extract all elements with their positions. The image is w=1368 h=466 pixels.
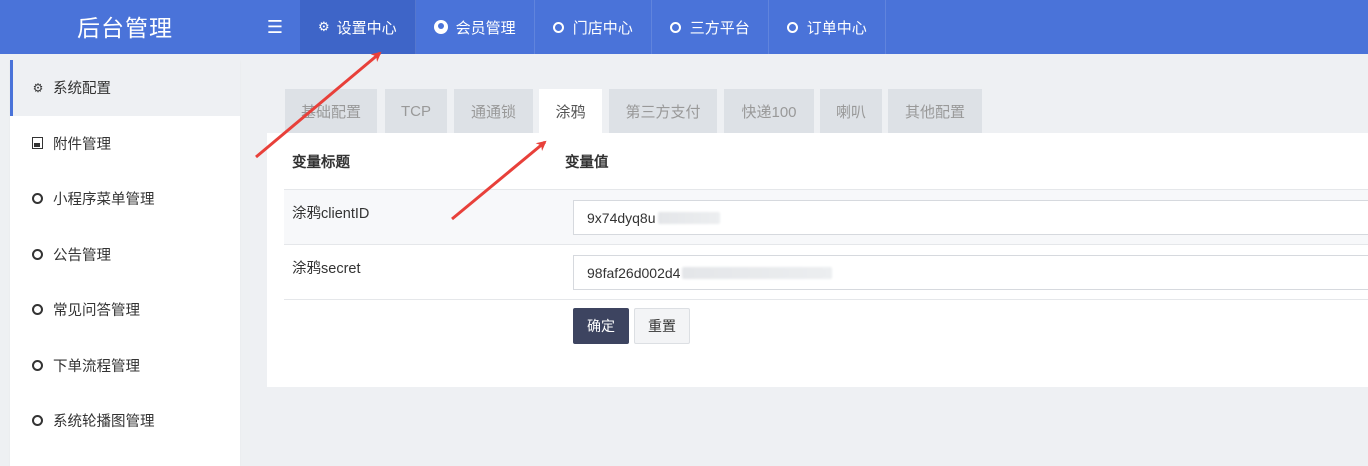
gears-icon: ⚙: [318, 19, 330, 34]
sidebar-item-miniprogram-menu[interactable]: 小程序菜单管理: [10, 171, 240, 227]
tuya-secret-field[interactable]: 98faf26d002d4: [573, 255, 1368, 290]
topnav-item-label: 设置中心: [336, 19, 397, 37]
table-header: 变量标题 变量值: [284, 133, 1368, 190]
table-row: 涂鸦clientID 9x74dyq8u: [284, 190, 1368, 245]
circle-icon: [32, 359, 43, 371]
field-value: 9x74dyq8u: [587, 209, 656, 226]
table-row: 涂鸦secret 98faf26d002d4: [284, 245, 1368, 300]
sidebar-item-order-flow[interactable]: 下单流程管理: [10, 338, 240, 394]
sidebar-item-label: 常见问答管理: [53, 303, 140, 320]
brand-title: 后台管理: [77, 15, 173, 41]
topnav-item-members[interactable]: 会员管理: [416, 0, 535, 54]
tab-other-config[interactable]: 其他配置: [888, 89, 982, 133]
topnav-item-settings[interactable]: ⚙ 设置中心: [300, 0, 416, 54]
circle-icon: [552, 21, 564, 33]
header-variable-value: 变量值: [565, 154, 609, 171]
topnav-item-label: 门店中心: [572, 19, 633, 37]
topnav-item-label: 会员管理: [455, 19, 516, 37]
header-variable-title: 变量标题: [292, 154, 350, 171]
sidebar-item-attachments[interactable]: 附件管理: [10, 116, 240, 172]
user-circle-icon: [433, 20, 448, 34]
top-navbar: 后台管理 ☰ ⚙ 设置中心 会员管理 门店中心 三方平台 订单中心: [0, 0, 1368, 54]
topnav-item-label: 三方平台: [689, 19, 750, 37]
circle-icon: [32, 304, 43, 316]
tab-speaker[interactable]: 喇叭: [820, 89, 882, 133]
tab-basic-config[interactable]: 基础配置: [285, 89, 377, 133]
sidebar-item-carousel[interactable]: 系统轮播图管理: [10, 393, 240, 449]
circle-icon: [32, 248, 43, 260]
sidebar-menu: ⚙ 系统配置 附件管理 小程序菜单管理 公告管理 常见问答管理 下单流程管理 系…: [10, 60, 240, 466]
sidebar-item-system-config[interactable]: ⚙ 系统配置: [10, 60, 240, 116]
circle-icon: [669, 21, 681, 33]
sidebar-item-label: 小程序菜单管理: [53, 192, 155, 209]
menu-toggle-icon[interactable]: ☰: [250, 0, 300, 54]
sidebar-item-label: 系统配置: [53, 81, 111, 98]
row-label: 涂鸦secret: [292, 261, 361, 277]
circle-icon: [32, 193, 43, 205]
redacted-mask: [682, 266, 833, 279]
sidebar-item-announcements[interactable]: 公告管理: [10, 227, 240, 283]
circle-icon: [32, 415, 43, 427]
tab-tcp[interactable]: TCP: [385, 89, 447, 133]
config-table: 变量标题 变量值 涂鸦clientID 9x74dyq8u 涂鸦secret 9…: [284, 133, 1368, 300]
top-nav: ⚙ 设置中心 会员管理 门店中心 三方平台 订单中心: [300, 0, 886, 54]
topnav-item-label: 订单中心: [806, 19, 867, 37]
sidebar-item-label: 公告管理: [53, 247, 111, 264]
field-value: 98faf26d002d4: [587, 264, 681, 281]
row-label: 涂鸦clientID: [292, 206, 370, 222]
tuya-client-id-field[interactable]: 9x74dyq8u: [573, 200, 1368, 235]
redacted-mask: [657, 211, 720, 224]
topnav-item-stores[interactable]: 门店中心: [535, 0, 652, 54]
tab-third-party-payment[interactable]: 第三方支付: [609, 89, 717, 133]
image-icon: [32, 137, 43, 150]
sidebar-item-label: 附件管理: [53, 136, 111, 153]
tab-kuaidi100[interactable]: 快递100: [724, 89, 814, 133]
tab-tuya[interactable]: 涂鸦: [539, 89, 602, 133]
topnav-item-orders[interactable]: 订单中心: [769, 0, 886, 54]
gear-icon: ⚙: [32, 80, 44, 95]
config-card: 基础配置 TCP 通通锁 涂鸦 第三方支付 快递100 喇叭 其他配置 变量标题…: [267, 71, 1368, 387]
circle-icon: [786, 21, 798, 33]
reset-button[interactable]: 重置: [634, 308, 690, 344]
topnav-item-third-party[interactable]: 三方平台: [652, 0, 769, 54]
tab-bar: 基础配置 TCP 通通锁 涂鸦 第三方支付 快递100 喇叭 其他配置: [267, 71, 1368, 133]
sidebar-item-label: 系统轮播图管理: [53, 414, 155, 431]
sidebar-item-label: 下单流程管理: [53, 358, 140, 375]
tab-tongtong-lock[interactable]: 通通锁: [454, 89, 533, 133]
sidebar-item-faq[interactable]: 常见问答管理: [10, 282, 240, 338]
sidebar: ⚙ 系统配置 附件管理 小程序菜单管理 公告管理 常见问答管理 下单流程管理 系…: [0, 54, 250, 466]
submit-button[interactable]: 确定: [573, 308, 629, 344]
